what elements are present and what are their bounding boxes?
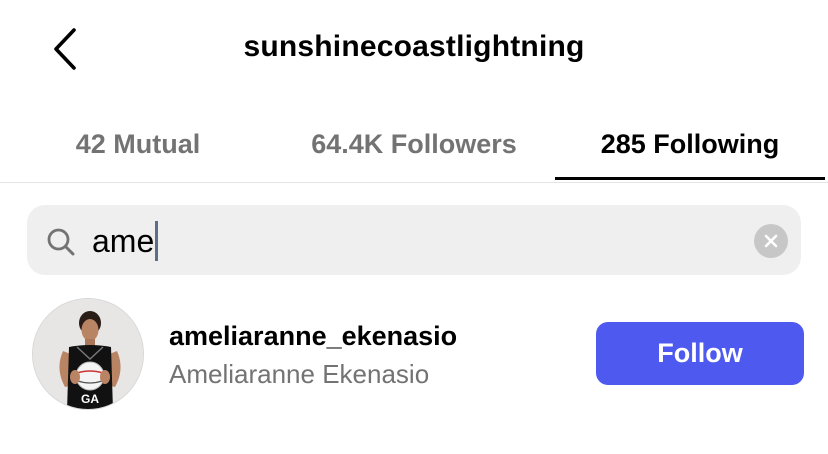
following-list-screen: sunshinecoastlightning 42 Mutual 64.4K F… (0, 0, 828, 454)
result-full-name: Ameliaranne Ekenasio (169, 359, 430, 389)
clear-x-icon (764, 234, 778, 248)
tab-mutual[interactable]: 42 Mutual (0, 108, 276, 180)
search-input[interactable] (92, 217, 732, 265)
profile-photo: GA (33, 299, 143, 409)
tab-bar: 42 Mutual 64.4K Followers 285 Following (0, 108, 828, 183)
jersey-text: GA (81, 392, 99, 406)
clear-search-button[interactable] (754, 224, 788, 258)
tab-followers[interactable]: 64.4K Followers (276, 108, 552, 180)
tab-following[interactable]: 285 Following (555, 108, 825, 180)
list-item[interactable]: GA ameliaranne_ekenasio Ameliaranne Eken… (0, 295, 828, 415)
text-cursor (155, 221, 158, 261)
search-icon (47, 228, 75, 256)
follow-button[interactable]: Follow (596, 322, 804, 385)
result-username[interactable]: ameliaranne_ekenasio (169, 321, 457, 352)
active-tab-indicator (555, 177, 825, 180)
page-title: sunshinecoastlightning (243, 30, 585, 63)
avatar[interactable]: GA (32, 298, 144, 410)
